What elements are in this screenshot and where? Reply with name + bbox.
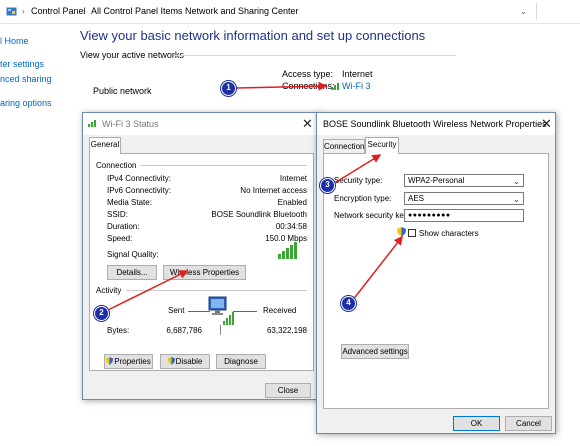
dialog-titlebar: Wi-Fi 3 Status ✕ — [83, 113, 318, 135]
sidebar-item-home[interactable]: l Home — [0, 36, 29, 46]
connections-label: Connections: — [282, 81, 335, 91]
divider — [126, 290, 307, 291]
close-button[interactable]: Close — [265, 383, 311, 398]
disable-button[interactable]: Disable — [160, 354, 210, 369]
dialog-titlebar: BOSE Soundlink Bluetooth Wireless Networ… — [317, 113, 555, 135]
ipv6-label: IPv6 Connectivity: — [107, 186, 172, 195]
dialog-title: Wi-Fi 3 Status — [102, 119, 159, 129]
wifi-signal-icon — [331, 81, 341, 92]
sidebar-item-advanced-sharing[interactable]: nced sharing — [0, 74, 52, 84]
duration-value: 00:34:58 — [275, 222, 307, 231]
bytes-received-value: 63,322,198 — [266, 326, 307, 335]
received-label: Received — [263, 306, 297, 315]
network-name: Public network — [93, 86, 152, 96]
ok-button[interactable]: OK — [453, 416, 500, 431]
breadcrumb-all-items[interactable]: All Control Panel Items — [91, 6, 183, 16]
chevron-right-icon: › — [22, 7, 25, 16]
show-characters-label: Show characters — [419, 229, 479, 238]
media-state-label: Media State: — [107, 198, 152, 207]
chevron-right-icon: › — [176, 7, 179, 16]
sidebar-item-sharing-options[interactable]: aring options — [0, 98, 52, 108]
general-panel: Connection IPv4 Connectivity: Internet I… — [89, 153, 314, 371]
advanced-settings-button[interactable]: Advanced settings — [341, 344, 409, 359]
security-type-select[interactable]: WPA2-Personal ⌄ — [404, 174, 524, 187]
dialog-title: BOSE Soundlink Bluetooth Wireless Networ… — [323, 119, 547, 129]
network-key-input[interactable]: ●●●●●●●●● — [404, 209, 524, 222]
active-networks-label: View your active networks — [80, 50, 184, 60]
tab-security[interactable]: Security — [365, 137, 399, 154]
wireless-properties-button[interactable]: Wireless Properties — [163, 265, 246, 280]
wireless-properties-dialog: BOSE Soundlink Bluetooth Wireless Networ… — [316, 112, 556, 434]
shield-icon — [167, 356, 175, 365]
connection-wifi-link[interactable]: Wi-Fi 3 — [342, 81, 371, 91]
signal-bars-icon — [278, 242, 298, 261]
tab-connection[interactable]: Connection — [323, 139, 365, 154]
chevron-down-icon[interactable]: ⌄ — [520, 7, 527, 16]
shield-icon — [397, 227, 406, 239]
control-panel-icon — [6, 6, 17, 19]
search-box[interactable] — [536, 3, 580, 20]
sent-label: Sent — [168, 306, 185, 315]
cancel-button[interactable]: Cancel — [505, 416, 552, 431]
tab-general[interactable]: General — [89, 137, 121, 154]
network-activity-icon — [205, 295, 237, 331]
ipv6-value: No Internet access — [240, 186, 307, 195]
close-icon[interactable]: ✕ — [302, 116, 313, 132]
shield-icon — [106, 356, 114, 365]
ipv4-label: IPv4 Connectivity: — [107, 174, 172, 183]
security-panel: Security type: WPA2-Personal ⌄ Encryptio… — [323, 153, 549, 409]
sidebar: l Home ter settings nced sharing aring o… — [0, 24, 64, 144]
properties-button[interactable]: Properties — [104, 354, 153, 369]
close-icon[interactable]: ✕ — [541, 116, 552, 132]
details-button[interactable]: Details... — [107, 265, 157, 280]
wifi-signal-icon — [88, 118, 98, 129]
ssid-value: BOSE Soundlink Bluetooth — [211, 210, 307, 219]
security-type-label: Security type: — [334, 176, 383, 185]
disable-label: Disable — [175, 357, 203, 366]
divider — [188, 311, 210, 312]
annotation-badge-3: 3 — [320, 178, 335, 193]
annotation-badge-1: 1 — [221, 81, 236, 96]
bytes-sent-value: 6,687,786 — [166, 326, 202, 335]
encryption-type-label: Encryption type: — [334, 194, 392, 203]
divider — [220, 325, 221, 335]
annotation-badge-4: 4 — [341, 296, 356, 311]
chevron-right-icon: › — [83, 7, 86, 16]
breadcrumb-network-center[interactable]: Network and Sharing Center — [185, 6, 299, 16]
network-key-label: Network security key — [334, 211, 408, 220]
ssid-label: SSID: — [107, 210, 128, 219]
chevron-down-icon: ⌄ — [513, 195, 520, 204]
breadcrumb-control-panel[interactable]: Control Panel — [31, 6, 86, 16]
activity-group-label: Activity — [96, 286, 122, 295]
wifi-status-dialog: Wi-Fi 3 Status ✕ General Connection IPv4… — [82, 112, 319, 400]
address-bar: › Control Panel › All Control Panel Item… — [0, 0, 580, 24]
encryption-type-value: AES — [408, 194, 425, 203]
divider — [174, 55, 456, 56]
properties-label: Properties — [114, 357, 151, 366]
duration-label: Duration: — [107, 222, 140, 231]
access-type-value: Internet — [342, 69, 373, 79]
show-characters-checkbox[interactable] — [408, 229, 416, 237]
encryption-type-select[interactable]: AES ⌄ — [404, 192, 524, 205]
diagnose-button[interactable]: Diagnose — [216, 354, 266, 369]
connection-group-label: Connection — [96, 161, 137, 170]
chevron-down-icon: ⌄ — [513, 177, 520, 186]
sidebar-item-adapter-settings[interactable]: ter settings — [0, 59, 44, 69]
access-type-label: Access type: — [282, 69, 334, 79]
speed-label: Speed: — [107, 234, 133, 243]
page-title: View your basic network information and … — [80, 28, 426, 43]
divider — [140, 165, 307, 166]
annotation-badge-2: 2 — [94, 306, 109, 321]
media-state-value: Enabled — [277, 198, 307, 207]
security-type-value: WPA2-Personal — [408, 176, 465, 185]
signal-quality-label: Signal Quality: — [107, 250, 159, 259]
bytes-label: Bytes: — [107, 326, 130, 335]
divider — [233, 311, 257, 312]
ipv4-value: Internet — [279, 174, 307, 183]
